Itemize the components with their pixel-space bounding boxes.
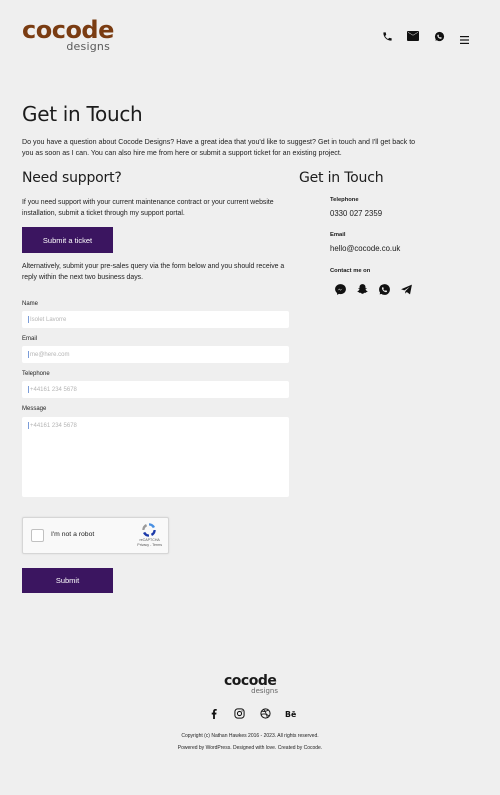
support-section: Need support? If you need support with y…: [22, 170, 289, 283]
instagram-icon[interactable]: [233, 707, 246, 720]
contact-email[interactable]: hello@cocode.co.uk: [330, 244, 400, 253]
contact-phone-label: Telephone: [330, 197, 359, 203]
recaptcha-label: I'm not a robot: [51, 531, 95, 538]
phone-label: Telephone: [22, 371, 50, 377]
phone-icon[interactable]: [380, 29, 394, 43]
contact-email-label: Email: [330, 232, 346, 238]
recaptcha-brand: reCAPTCHA Privacy - Terms: [137, 538, 162, 548]
recaptcha-logo-icon: [140, 521, 158, 539]
submit-button[interactable]: Submit: [22, 568, 113, 593]
contact-social-icons: [333, 282, 414, 297]
footer-social-icons: Bē: [207, 707, 298, 720]
snapchat-icon[interactable]: [355, 282, 370, 297]
text-caret: [28, 422, 29, 429]
email-label: Email: [22, 336, 38, 342]
whatsapp-icon[interactable]: [432, 29, 446, 43]
text-caret: [28, 316, 29, 323]
recaptcha-checkbox[interactable]: [31, 529, 44, 542]
footer-copyright: Copyright (c) Nathan Hawkes 2016 - 2023.…: [181, 733, 319, 739]
contact-social-label: Contact me on: [330, 268, 371, 274]
facebook-icon[interactable]: [207, 707, 220, 720]
recaptcha-links[interactable]: Privacy - Terms: [137, 543, 162, 548]
contact-phone[interactable]: 0330 027 2359: [330, 209, 382, 218]
footer-logo[interactable]: cocode designs: [224, 674, 284, 695]
email-placeholder: me@here.com: [30, 352, 70, 359]
header-contact-icons: [380, 29, 446, 43]
name-placeholder: Isolet Lavorre: [30, 317, 67, 324]
submit-ticket-button[interactable]: Submit a ticket: [22, 227, 113, 253]
message-label: Message: [22, 406, 47, 412]
phone-field[interactable]: +44161 234 5678: [22, 381, 289, 398]
telegram-icon[interactable]: [399, 282, 414, 297]
site-logo[interactable]: cocode designs: [22, 18, 122, 54]
whatsapp-icon[interactable]: [377, 282, 392, 297]
name-label: Name: [22, 301, 39, 307]
messenger-icon[interactable]: [333, 282, 348, 297]
message-placeholder: +44161 234 5678: [30, 423, 77, 430]
dribbble-icon[interactable]: [259, 707, 272, 720]
phone-placeholder: +44161 234 5678: [30, 387, 77, 394]
logo-wordmark: cocode: [22, 16, 114, 44]
intro-text: Do you have a question about Cocode Desi…: [22, 138, 416, 157]
support-heading: Need support?: [22, 170, 122, 186]
svg-text:Bē: Bē: [285, 710, 296, 719]
email-field[interactable]: me@here.com: [22, 346, 289, 363]
message-field[interactable]: +44161 234 5678: [22, 417, 289, 497]
text-caret: [28, 351, 29, 358]
hamburger-menu-icon[interactable]: [460, 31, 472, 44]
support-text: If you need support with your current ma…: [22, 199, 274, 217]
presales-text: Alternatively, submit your pre-sales que…: [22, 263, 285, 281]
recaptcha-widget: I'm not a robot reCAPTCHA Privacy - Term…: [22, 517, 169, 554]
footer-logo-wordmark: cocode: [224, 673, 277, 689]
footer-powered-by: Powered by WordPress. Designed with love…: [177, 745, 323, 751]
page-title: Get in Touch: [22, 102, 143, 126]
name-field[interactable]: Isolet Lavorre: [22, 311, 289, 328]
text-caret: [28, 386, 29, 393]
behance-icon[interactable]: Bē: [285, 707, 298, 720]
mail-icon[interactable]: [406, 29, 420, 43]
contact-heading: Get in Touch: [299, 170, 384, 186]
